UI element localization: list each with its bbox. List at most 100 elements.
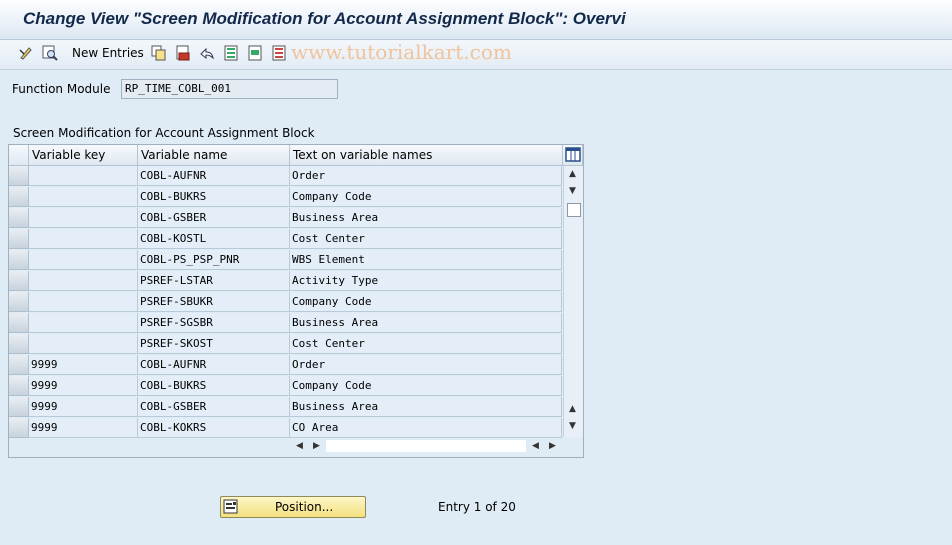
column-header-variable-key[interactable]: Variable key <box>29 145 138 166</box>
table-title: Screen Modification for Account Assignme… <box>13 126 315 140</box>
table-row: 9999 COBL-AUFNR Order <box>9 355 562 376</box>
variable-name-cell[interactable]: COBL-BUKRS <box>138 376 290 396</box>
deselect-all-icon[interactable] <box>271 45 287 61</box>
display-change-icon[interactable] <box>18 45 34 61</box>
table-row: COBL-AUFNR Order <box>9 166 562 187</box>
variable-text-cell[interactable]: Cost Center <box>290 229 562 249</box>
variable-text-cell[interactable]: WBS Element <box>290 250 562 270</box>
vertical-scrollbar[interactable]: ▲ ▼ ▲ ▼ <box>563 166 583 437</box>
table-row: 9999 COBL-BUKRS Company Code <box>9 376 562 397</box>
position-icon <box>223 499 239 518</box>
row-selector[interactable] <box>9 418 29 438</box>
scrollbar-thumb[interactable] <box>567 203 581 217</box>
title-bar: Change View "Screen Modification for Acc… <box>0 0 952 40</box>
row-selector[interactable] <box>9 313 29 333</box>
variable-name-cell[interactable]: COBL-KOKRS <box>138 418 290 438</box>
scroll-page-up-icon[interactable]: ▲ <box>569 404 576 414</box>
variable-text-cell[interactable]: Cost Center <box>290 334 562 354</box>
new-entries-button[interactable]: New Entries <box>72 46 144 60</box>
scroll-right-end-icon[interactable]: ▶ <box>549 441 556 451</box>
row-selector[interactable] <box>9 166 29 186</box>
column-header-text[interactable]: Text on variable names <box>290 145 563 166</box>
table-row: COBL-KOSTL Cost Center <box>9 229 562 250</box>
variable-name-cell[interactable]: PSREF-SGSBR <box>138 313 290 333</box>
row-selector[interactable] <box>9 271 29 291</box>
variable-name-cell[interactable]: COBL-BUKRS <box>138 187 290 207</box>
watermark: www.tutorialkart.com <box>291 40 512 64</box>
position-button[interactable]: Position... <box>220 496 366 518</box>
horizontal-scroll-track[interactable] <box>326 440 526 452</box>
scroll-up-icon[interactable]: ▲ <box>569 169 576 179</box>
table-row: PSREF-SKOST Cost Center <box>9 334 562 355</box>
variable-name-cell[interactable]: PSREF-SBUKR <box>138 292 290 312</box>
table-row: PSREF-SGSBR Business Area <box>9 313 562 334</box>
table-row: COBL-PS_PSP_PNR WBS Element <box>9 250 562 271</box>
column-header-variable-name[interactable]: Variable name <box>138 145 290 166</box>
select-block-icon[interactable] <box>247 45 263 61</box>
table-settings-icon <box>565 147 581 162</box>
row-selector[interactable] <box>9 355 29 375</box>
variable-text-cell[interactable]: Order <box>290 166 562 186</box>
row-selector[interactable] <box>9 397 29 417</box>
row-selector[interactable] <box>9 208 29 228</box>
delete-icon[interactable] <box>175 45 191 61</box>
variable-name-cell[interactable]: COBL-PS_PSP_PNR <box>138 250 290 270</box>
details-icon[interactable] <box>42 45 58 61</box>
variable-text-cell[interactable]: Business Area <box>290 397 562 417</box>
table-settings-button[interactable] <box>563 145 583 166</box>
scroll-left-icon[interactable]: ◀ <box>296 441 303 451</box>
variable-text-cell[interactable]: Company Code <box>290 292 562 312</box>
table-row: 9999 COBL-GSBER Business Area <box>9 397 562 418</box>
variable-key-cell[interactable]: 9999 <box>29 418 138 438</box>
variable-name-cell[interactable]: PSREF-LSTAR <box>138 271 290 291</box>
row-selector[interactable] <box>9 250 29 270</box>
position-button-label: Position... <box>275 500 334 514</box>
table-row: COBL-BUKRS Company Code <box>9 187 562 208</box>
variable-name-cell[interactable]: PSREF-SKOST <box>138 334 290 354</box>
variable-key-cell[interactable]: 9999 <box>29 397 138 417</box>
select-all-icon[interactable] <box>223 45 239 61</box>
variable-key-cell[interactable] <box>29 166 138 186</box>
variable-name-cell[interactable]: COBL-GSBER <box>138 208 290 228</box>
variable-text-cell[interactable]: Company Code <box>290 376 562 396</box>
variable-key-cell[interactable] <box>29 292 138 312</box>
variable-text-cell[interactable]: Order <box>290 355 562 375</box>
scroll-page-down-icon[interactable]: ▼ <box>569 421 576 431</box>
application-toolbar: New Entries www.tutorialkart.com <box>0 40 952 70</box>
variable-key-cell[interactable] <box>29 208 138 228</box>
variable-name-cell[interactable]: COBL-AUFNR <box>138 166 290 186</box>
variable-text-cell[interactable]: Activity Type <box>290 271 562 291</box>
table-row: 9999 COBL-KOKRS CO Area <box>9 418 562 439</box>
function-module-field[interactable]: RP_TIME_COBL_001 <box>121 79 338 99</box>
variable-key-cell[interactable]: 9999 <box>29 355 138 375</box>
variable-key-cell[interactable] <box>29 334 138 354</box>
window-title: Change View "Screen Modification for Acc… <box>23 9 626 28</box>
variable-text-cell[interactable]: CO Area <box>290 418 562 438</box>
row-selector[interactable] <box>9 187 29 207</box>
variable-name-cell[interactable]: COBL-AUFNR <box>138 355 290 375</box>
variable-text-cell[interactable]: Business Area <box>290 208 562 228</box>
variable-key-cell[interactable] <box>29 250 138 270</box>
variable-key-cell[interactable] <box>29 229 138 249</box>
variable-key-cell[interactable] <box>29 271 138 291</box>
row-selector[interactable] <box>9 292 29 312</box>
undo-icon[interactable] <box>199 45 215 61</box>
scroll-left-end-icon[interactable]: ◀ <box>532 441 539 451</box>
variable-name-cell[interactable]: COBL-KOSTL <box>138 229 290 249</box>
select-all-rows-header[interactable] <box>9 145 29 166</box>
table-row: PSREF-LSTAR Activity Type <box>9 271 562 292</box>
copy-icon[interactable] <box>151 45 167 61</box>
variable-key-cell[interactable]: 9999 <box>29 376 138 396</box>
row-selector[interactable] <box>9 334 29 354</box>
scroll-right-icon[interactable]: ▶ <box>313 441 320 451</box>
variable-key-cell[interactable] <box>29 187 138 207</box>
variable-key-cell[interactable] <box>29 313 138 333</box>
variable-text-cell[interactable]: Company Code <box>290 187 562 207</box>
variable-text-cell[interactable]: Business Area <box>290 313 562 333</box>
row-selector[interactable] <box>9 376 29 396</box>
table-row: PSREF-SBUKR Company Code <box>9 292 562 313</box>
scroll-down-icon[interactable]: ▼ <box>569 186 576 196</box>
row-selector[interactable] <box>9 229 29 249</box>
variable-name-cell[interactable]: COBL-GSBER <box>138 397 290 417</box>
horizontal-scrollbar[interactable]: ◀ ▶ ◀ ▶ <box>290 438 560 454</box>
